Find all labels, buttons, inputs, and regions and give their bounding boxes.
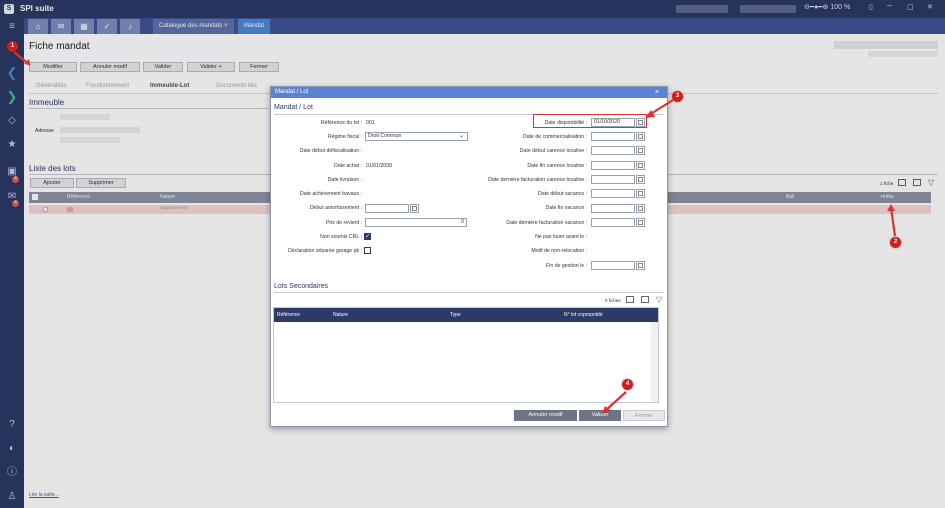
export-icon[interactable] <box>626 296 634 303</box>
debut-vacance-input[interactable] <box>591 189 635 198</box>
prix-revient-input[interactable]: 0 <box>365 218 467 227</box>
calendar-icon[interactable] <box>636 218 645 227</box>
label-debut-vacance: Date début vacance : <box>537 191 587 197</box>
value-reference-lot: 001 <box>366 120 375 126</box>
calendar-icon[interactable] <box>636 261 645 270</box>
non-soumis-crl-checkbox[interactable]: ✓ <box>364 233 371 240</box>
label-achevement-travaux: Date achèvement travaux : <box>300 191 362 197</box>
annuler-modif-button[interactable]: Annuler modif <box>514 410 577 421</box>
debut-amortissement-input[interactable] <box>365 204 409 213</box>
secondaires-grid-header: Référence Nature Type N° lot copropriété <box>274 308 658 322</box>
calendar-icon[interactable] <box>636 132 645 141</box>
value-date-achat: 01/01/2000 <box>366 163 392 169</box>
chevron-down-icon: ⌄ <box>458 133 464 139</box>
lots-secondaires-title: Lots Secondaires <box>274 283 329 290</box>
dialog-section-title: Mandat / Lot <box>274 104 313 111</box>
annotation-marker-4: 4 <box>622 379 633 390</box>
derniere-facturation-vacance-input[interactable] <box>591 218 635 227</box>
calendar-icon[interactable] <box>636 175 645 184</box>
label-motif-non-relocation: Motif de non-relocation : <box>531 248 587 254</box>
label-fin-carence: Date fin carence locative : <box>527 163 587 169</box>
calendar-icon[interactable] <box>636 146 645 155</box>
label-fin-gestion: Fin de gestion le : <box>546 263 587 269</box>
dialog-close-icon[interactable]: × <box>655 87 659 98</box>
annotation-marker-1: 1 <box>7 41 18 52</box>
label-debut-amortissement: Début amortissement : <box>309 205 362 211</box>
commercialisation-input[interactable] <box>591 132 635 141</box>
calendar-icon[interactable] <box>636 189 645 198</box>
fermer-button[interactable]: Fermer <box>623 410 665 421</box>
label-reference-lot: Référence du lot : <box>321 120 362 126</box>
secondaires-count: 0 fiches <box>605 298 621 303</box>
secondaires-grid: Référence Nature Type N° lot copropriété <box>273 307 659 403</box>
divider <box>274 292 664 293</box>
filter-icon[interactable]: ▽ <box>656 295 662 304</box>
label-declaration-garage: Déclaration séparée garage pk : <box>288 248 362 254</box>
label-regime-fiscal: Régime fiscal : <box>327 134 362 140</box>
date-disponibilite-input[interactable]: 01/10/2020 <box>591 118 635 127</box>
scrollbar[interactable] <box>651 322 658 402</box>
dialog-title-bar: Mandat / Lot × <box>271 87 667 98</box>
valider-button[interactable]: Valider <box>579 410 621 421</box>
fin-gestion-input[interactable] <box>591 261 635 270</box>
regime-fiscal-select[interactable]: Droit Commun ⌄ <box>365 132 468 141</box>
label-prix-revient: Prix de revient : <box>325 220 362 226</box>
fin-vacance-input[interactable] <box>591 204 635 213</box>
calendar-icon[interactable] <box>636 118 645 127</box>
label-derniere-facturation-vacance: Date dernière facturation vacance : <box>506 220 587 226</box>
label-non-soumis-crl: Non soumis CRL : <box>320 234 362 240</box>
label-commercialisation: Date de commercialisation : <box>522 134 587 140</box>
label-debut-defiscalisation: Date début défiscalisation : <box>299 148 362 154</box>
label-fin-vacance: Date fin vacance : <box>545 205 587 211</box>
col-reference[interactable]: Référence <box>277 308 300 322</box>
calendar-icon[interactable] <box>636 204 645 213</box>
label-debut-carence: Date début carence locative : <box>519 148 587 154</box>
mandat-lot-dialog: Mandat / Lot × Mandat / Lot Référence du… <box>270 86 668 427</box>
calendar-icon[interactable] <box>410 204 419 213</box>
derniere-facturation-carence-input[interactable] <box>591 175 635 184</box>
label-date-livraison: Date livraison : <box>327 177 362 183</box>
col-nature[interactable]: Nature <box>333 308 348 322</box>
annotation-marker-2: 2 <box>890 237 901 248</box>
declaration-garage-checkbox[interactable] <box>364 247 371 254</box>
calendar-icon[interactable] <box>636 161 645 170</box>
label-derniere-facturation-carence: Date dernière facturation carence locati… <box>488 177 587 183</box>
label-ne-pas-louer: Ne pas louer avant le : <box>535 234 587 240</box>
col-type[interactable]: Type <box>450 308 461 322</box>
fin-carence-input[interactable] <box>591 161 635 170</box>
annotation-marker-3: 3 <box>672 91 683 102</box>
dialog-title: Mandat / Lot <box>275 89 309 95</box>
label-date-disponibilite: Date disponibilité : <box>544 120 587 126</box>
label-date-achat: Date achat : <box>334 163 362 169</box>
col-lot-copropriete[interactable]: N° lot copropriété <box>564 308 603 322</box>
add-icon[interactable] <box>641 296 649 303</box>
debut-carence-input[interactable] <box>591 146 635 155</box>
